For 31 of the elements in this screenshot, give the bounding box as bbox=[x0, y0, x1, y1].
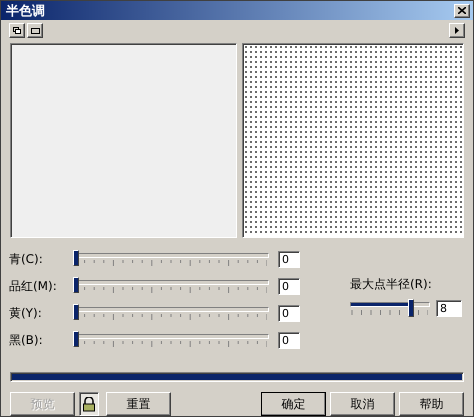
right-triangle-icon bbox=[455, 27, 459, 34]
channel-label: 黄(Y): bbox=[9, 304, 43, 322]
single-view-button[interactable] bbox=[27, 23, 43, 38]
slider-thumb[interactable] bbox=[73, 250, 79, 266]
close-icon bbox=[458, 7, 466, 14]
split-view-button[interactable] bbox=[9, 23, 25, 38]
dialog-button[interactable]: 帮助 bbox=[399, 392, 464, 416]
radius-label: 最大点半径(R): bbox=[350, 276, 433, 293]
angle-field[interactable]: 0 bbox=[278, 332, 300, 349]
window-icon bbox=[30, 28, 40, 34]
slider-thumb[interactable] bbox=[73, 304, 79, 320]
angle-field[interactable]: 0 bbox=[278, 278, 300, 295]
radius-field[interactable]: 8 bbox=[436, 300, 462, 317]
overlapping-windows-icon bbox=[13, 27, 21, 34]
angle-field[interactable]: 0 bbox=[278, 304, 300, 322]
channel-label: 品红(M): bbox=[9, 278, 58, 295]
dialog-button[interactable]: 取消 bbox=[330, 392, 395, 416]
channel-label: 黑(B): bbox=[9, 332, 44, 349]
slider-thumb[interactable] bbox=[408, 299, 414, 318]
dialog-button[interactable]: 确定 bbox=[261, 392, 326, 416]
expand-button[interactable] bbox=[449, 23, 465, 38]
slider-thumb[interactable] bbox=[73, 331, 79, 348]
window-title: 半色调 bbox=[6, 2, 45, 20]
slider-thumb[interactable] bbox=[73, 277, 79, 294]
lock-icon bbox=[82, 396, 96, 412]
close-button[interactable] bbox=[454, 4, 470, 18]
tick-scale-icon bbox=[350, 310, 428, 316]
angle-field[interactable]: 0 bbox=[278, 250, 300, 268]
dialog-button[interactable]: 重置 bbox=[106, 392, 171, 416]
lock-button[interactable] bbox=[79, 392, 99, 416]
channel-label: 青(C): bbox=[9, 250, 44, 268]
